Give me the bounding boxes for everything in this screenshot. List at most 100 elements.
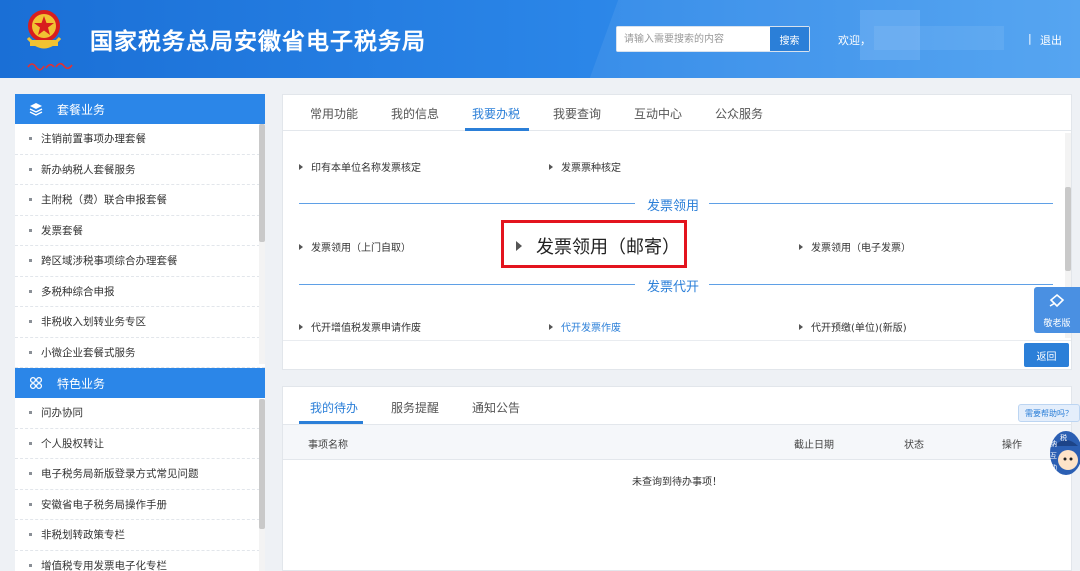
- top-header: 国家税务总局安徽省电子税务局 搜索 欢迎， | 退出: [0, 0, 1080, 78]
- mascot-text-4: 动: [1050, 463, 1057, 472]
- caret-right-icon: [299, 163, 303, 170]
- layers-icon: [29, 102, 43, 116]
- link-label: 发票领用（电子发票）: [811, 243, 911, 254]
- search-input[interactable]: [617, 27, 769, 51]
- help-bubble[interactable]: 需要帮助吗？: [1018, 404, 1080, 422]
- mascot-text-3: 互: [1050, 452, 1057, 460]
- caret-right-icon: [299, 243, 303, 250]
- column-header-action: 操作: [1002, 440, 1022, 451]
- bullet-icon: [29, 259, 32, 263]
- username-redacted: [874, 26, 1004, 50]
- sidebar-header-label: 套餐业务: [57, 102, 106, 117]
- sidebar-item-label: 发票套餐: [41, 224, 83, 237]
- bullet-icon: [29, 350, 32, 354]
- sidebar-item[interactable]: 非税收入划转业务专区: [15, 307, 265, 338]
- sidebar-item-label: 电子税务局新版登录方式常见问题: [41, 468, 199, 481]
- tab-public-services[interactable]: 公众服务: [715, 105, 763, 122]
- tab-interaction-center[interactable]: 互动中心: [634, 105, 682, 122]
- sidebar-item[interactable]: 新办纳税人套餐服务: [15, 155, 265, 185]
- sidebar-item[interactable]: 发票套餐: [15, 216, 265, 246]
- sidebar-header-features[interactable]: 特色业务: [15, 368, 265, 398]
- sidebar-scrollbar-thumb-2[interactable]: [259, 399, 265, 529]
- logout-link[interactable]: 退出: [1040, 32, 1062, 48]
- sidebar-item-label: 小微企业套餐式服务: [41, 346, 136, 359]
- link-label: 代开发票作废: [561, 323, 621, 334]
- link-invoice-pickup[interactable]: 发票领用（上门自取）: [299, 239, 411, 254]
- sidebar-item[interactable]: 增值税专用发票电子化专栏: [15, 551, 265, 571]
- search-button[interactable]: 搜索: [769, 27, 809, 51]
- function-tabs: 常用功能 我的信息 我要办税 我要查询 互动中心 公众服务: [283, 95, 1071, 131]
- mascot-text-1: 纳: [1050, 439, 1057, 448]
- sidebar-item[interactable]: 多税种综合申报: [15, 277, 265, 307]
- link-label-highlighted: 发票领用（邮寄）: [536, 237, 680, 258]
- link-prepayment-unit-new[interactable]: 代开预缴(单位)(新版): [799, 319, 907, 334]
- empty-todo-message: 未查询到待办事项！: [632, 477, 722, 488]
- sidebar-header-label: 特色业务: [57, 376, 106, 391]
- bullet-icon: [29, 289, 32, 293]
- elderly-mode-label: 敬老版: [1043, 318, 1071, 329]
- panel-scrollbar-thumb[interactable]: [1065, 187, 1071, 271]
- tab-notices[interactable]: 通知公告: [472, 399, 520, 416]
- sidebar-item-label: 个人股权转让: [41, 437, 104, 450]
- sidebar-item[interactable]: 电子税务局新版登录方式常见问题: [15, 459, 265, 490]
- section-divider-right: [709, 203, 1053, 204]
- sidebar-item[interactable]: 安徽省电子税务局操作手册: [15, 490, 265, 520]
- bullet-icon: [29, 228, 32, 232]
- tab-service-reminder[interactable]: 服务提醒: [391, 399, 439, 416]
- sidebar-scrollbar-thumb[interactable]: [259, 124, 265, 242]
- section-title-invoice-receive: 发票领用: [647, 199, 700, 214]
- signature-logo: [27, 62, 73, 71]
- sidebar-item[interactable]: 非税划转政策专栏: [15, 520, 265, 551]
- back-button[interactable]: 返回: [1024, 343, 1069, 367]
- sidebar-item[interactable]: 小微企业套餐式服务: [15, 338, 265, 368]
- sidebar-scrollbar-2[interactable]: [259, 399, 265, 571]
- link-label: 代开预缴(单位)(新版): [811, 323, 907, 334]
- bullet-icon: [29, 441, 32, 445]
- section-title-invoice-issue: 发票代开: [647, 280, 700, 295]
- link-vat-invoice-void-request[interactable]: 代开增值税发票申请作废: [299, 319, 421, 334]
- sidebar-scrollbar[interactable]: [259, 124, 265, 364]
- sidebar-item-label: 新办纳税人套餐服务: [41, 163, 136, 176]
- mascot-text-2: 税: [1060, 433, 1067, 442]
- section-divider-right-2: [709, 284, 1053, 285]
- sidebar-item[interactable]: 注销前置事项办理套餐: [15, 124, 265, 155]
- site-title: 国家税务总局安徽省电子税务局: [90, 29, 426, 55]
- search-box: 搜索: [616, 26, 810, 52]
- tab-my-info[interactable]: 我的信息: [391, 105, 439, 122]
- sidebar-item[interactable]: 问办协同: [15, 398, 265, 429]
- bullet-icon: [29, 502, 32, 506]
- sidebar-item-label: 注销前置事项办理套餐: [41, 133, 146, 146]
- sidebar-item-label: 问办协同: [41, 407, 83, 420]
- bullet-icon: [29, 198, 32, 202]
- link-label: 印有本单位名称发票核定: [311, 163, 421, 174]
- elderly-mode-button[interactable]: 敬老版: [1034, 287, 1080, 333]
- sidebar-item-label: 安徽省电子税务局操作手册: [41, 498, 167, 511]
- sidebar-item[interactable]: 个人股权转让: [15, 429, 265, 459]
- column-header-item: 事项名称: [308, 440, 348, 451]
- highlighted-invoice-mail-link[interactable]: 发票领用（邮寄）: [501, 220, 687, 268]
- link-invoice-type-approval[interactable]: 发票票种核定: [549, 159, 621, 174]
- sidebar-item[interactable]: 主附税（费）联合申报套餐: [15, 185, 265, 216]
- bullet-icon: [29, 411, 32, 415]
- tab-common-functions[interactable]: 常用功能: [310, 105, 358, 122]
- function-panel: 常用功能 我的信息 我要办税 我要查询 互动中心 公众服务 印有本单位名称发票核…: [282, 94, 1072, 370]
- sidebar-item[interactable]: 跨区域涉税事项综合办理套餐: [15, 246, 265, 277]
- mascot-assistant-icon[interactable]: 纳 税 互 动: [1040, 426, 1080, 480]
- bullet-icon: [29, 563, 32, 567]
- bullet-icon: [29, 167, 32, 171]
- link-issued-invoice-void[interactable]: 代开发票作废: [549, 319, 621, 334]
- todo-table-header: 事项名称 截止日期 状态 操作: [283, 425, 1071, 460]
- link-invoice-electronic[interactable]: 发票领用（电子发票）: [799, 239, 911, 254]
- tab-my-todo[interactable]: 我的待办: [310, 399, 358, 416]
- caret-right-icon: [799, 243, 803, 250]
- tab-tax-handling[interactable]: 我要办税: [472, 105, 520, 122]
- tax-emblem-logo: [26, 10, 62, 49]
- tab-query[interactable]: 我要查询: [553, 105, 601, 122]
- bullet-icon: [29, 533, 32, 537]
- sidebar-item-label: 多税种综合申报: [41, 285, 115, 298]
- sidebar-item-label: 非税收入划转业务专区: [41, 316, 146, 329]
- sidebar-item-label: 主附税（费）联合申报套餐: [41, 194, 167, 207]
- sidebar-header-packages[interactable]: 套餐业务: [15, 94, 265, 124]
- panel-divider: [283, 340, 1071, 341]
- link-unit-name-invoice-approval[interactable]: 印有本单位名称发票核定: [299, 159, 421, 174]
